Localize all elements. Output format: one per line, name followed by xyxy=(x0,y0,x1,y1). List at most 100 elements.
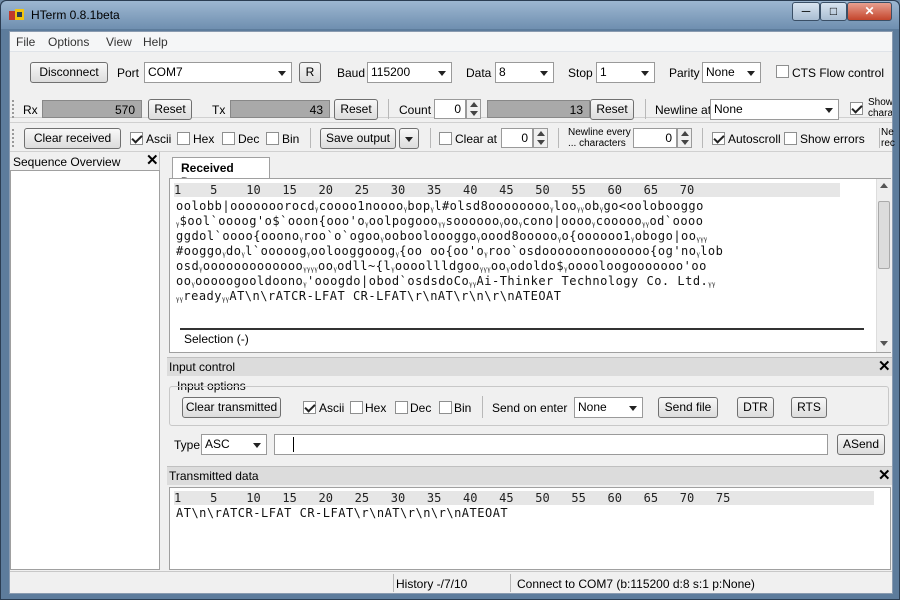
data-bits-value: 8 xyxy=(499,65,506,79)
type-select[interactable]: ASC xyxy=(201,434,267,455)
baud-select[interactable]: 115200 xyxy=(367,62,452,83)
window-title: HTerm 0.8.1beta xyxy=(31,8,120,22)
chevron-down-icon xyxy=(405,137,413,142)
receive-bin-checkbox[interactable] xyxy=(266,132,279,145)
receive-ascii-label: Ascii xyxy=(146,132,172,146)
connection-status: Connect to COM7 (b:115200 d:8 s:1 p:None… xyxy=(517,577,755,591)
baud-label: Baud xyxy=(337,66,366,80)
port-select[interactable]: COM7 xyxy=(144,62,292,83)
parity-select[interactable]: None xyxy=(702,62,761,83)
newline-every-units: ... characters xyxy=(568,138,626,149)
status-separator xyxy=(393,574,394,592)
clear-transmitted-button[interactable]: Clear transmitted xyxy=(182,397,281,418)
receive-hex-checkbox[interactable] xyxy=(177,132,190,145)
minimize-button[interactable]: ─ xyxy=(792,2,820,21)
toolbar-separator xyxy=(388,99,389,119)
title-bar[interactable]: HTerm 0.8.1beta ─ □ ✕ xyxy=(1,1,899,29)
newline-every-label: Newline every xyxy=(568,127,631,138)
menu-view[interactable]: View xyxy=(106,35,132,49)
save-output-button[interactable]: Save output xyxy=(320,128,396,149)
toolbar-grip[interactable] xyxy=(12,100,15,118)
status-bar: History -/7/10 Connect to COM7 (b:115200… xyxy=(10,571,892,593)
maximize-button[interactable]: □ xyxy=(820,2,847,21)
maximize-icon: □ xyxy=(829,4,838,18)
show-characters-label: Show chara xyxy=(868,97,892,119)
toolbar-grip[interactable] xyxy=(12,129,15,147)
refresh-ports-button[interactable]: R xyxy=(299,62,321,83)
show-errors-checkbox[interactable] xyxy=(784,132,797,145)
selection-label: Selection (-) xyxy=(184,332,249,346)
show-characters-checkbox[interactable] xyxy=(850,102,863,115)
asend-button[interactable]: ASend xyxy=(837,434,885,455)
received-data-view[interactable]: 1 5 10 15 20 25 30 35 40 45 50 55 60 65 … xyxy=(169,178,891,353)
menu-help[interactable]: Help xyxy=(143,35,168,49)
clear-at-checkbox[interactable] xyxy=(439,132,452,145)
close-icon[interactable]: ✕ xyxy=(878,468,891,483)
scroll-thumb[interactable] xyxy=(878,201,890,269)
chevron-down-icon xyxy=(253,443,261,448)
send-input[interactable] xyxy=(274,434,828,455)
receive-ascii-checkbox[interactable] xyxy=(130,132,143,145)
clear-received-button[interactable]: Clear received xyxy=(24,128,121,149)
tx-counter: 43 xyxy=(230,100,330,118)
chevron-down-icon xyxy=(540,71,548,76)
autoscroll-label: Autoscroll xyxy=(728,132,781,146)
data-bits-select[interactable]: 8 xyxy=(495,62,554,83)
newline-every-stepper[interactable] xyxy=(677,128,692,148)
transmitted-column-ruler: 1 5 10 15 20 25 30 35 40 45 50 55 60 65 … xyxy=(174,491,874,505)
sequence-overview-list[interactable] xyxy=(10,170,160,570)
close-icon[interactable]: ✕ xyxy=(878,359,891,374)
cts-flow-checkbox[interactable] xyxy=(776,65,789,78)
history-status: History -/7/10 xyxy=(396,577,468,591)
transmitted-data-view[interactable]: 1 5 10 15 20 25 30 35 40 45 50 55 60 65 … xyxy=(169,487,891,570)
show-errors-label: Show errors xyxy=(800,132,865,146)
close-icon[interactable]: ✕ xyxy=(146,153,159,168)
chevron-down-icon xyxy=(438,71,446,76)
received-scrollbar[interactable] xyxy=(876,179,891,352)
send-on-enter-value: None xyxy=(578,400,607,414)
clear-at-input[interactable]: 0 xyxy=(501,128,533,148)
toolbar-separator xyxy=(430,128,431,148)
newline-at-value: None xyxy=(714,102,743,116)
counters-toolbar: Rx 570 Reset Tx 43 Reset Count 0 13 Rese… xyxy=(10,95,892,123)
scroll-up-icon[interactable] xyxy=(880,183,888,188)
sequence-overview-title: Sequence Overview xyxy=(13,155,121,169)
reset-rx-button[interactable]: Reset xyxy=(148,99,192,120)
close-window-button[interactable]: ✕ xyxy=(847,2,892,21)
input-bin-checkbox[interactable] xyxy=(439,401,452,414)
received-line: ᵧᵧreadyᵧᵧAT\n\rATCR-LFAT CR-LFAT\r\nAT\r… xyxy=(176,289,562,303)
chevron-down-icon xyxy=(747,71,755,76)
tab-received-data[interactable]: Received Data xyxy=(172,157,270,189)
input-hex-checkbox[interactable] xyxy=(350,401,363,414)
newline-at-label: Newline at xyxy=(655,103,712,117)
stop-bits-label: Stop xyxy=(568,66,593,80)
receive-dec-checkbox[interactable] xyxy=(222,132,235,145)
clear-at-stepper[interactable] xyxy=(533,128,548,148)
autoscroll-checkbox[interactable] xyxy=(712,132,725,145)
input-dec-checkbox[interactable] xyxy=(395,401,408,414)
send-file-button[interactable]: Send file xyxy=(658,397,718,418)
send-on-enter-select[interactable]: None xyxy=(574,397,643,418)
scroll-down-icon[interactable] xyxy=(880,341,888,346)
rx-label: Rx xyxy=(23,103,38,117)
tx-label: Tx xyxy=(212,103,226,117)
disconnect-button[interactable]: Disconnect xyxy=(30,62,108,83)
reset-count-button[interactable]: Reset xyxy=(590,99,634,120)
menu-options[interactable]: Options xyxy=(48,35,89,49)
count-stepper[interactable] xyxy=(466,99,481,119)
newline-every-input[interactable]: 0 xyxy=(633,128,677,148)
input-ascii-checkbox[interactable] xyxy=(303,401,316,414)
rts-button[interactable]: RTS xyxy=(791,397,827,418)
dtr-button[interactable]: DTR xyxy=(737,397,774,418)
newline-at-select[interactable]: None xyxy=(710,99,839,120)
clear-at-label: Clear at xyxy=(455,132,498,146)
input-control-title: Input control xyxy=(169,360,236,374)
stop-bits-select[interactable]: 1 xyxy=(596,62,655,83)
save-output-dropdown[interactable] xyxy=(399,128,419,149)
transmitted-line: AT\n\rATCR-LFAT CR-LFAT\r\nAT\r\n\r\nATE… xyxy=(176,506,509,520)
toolbar-separator xyxy=(482,396,483,418)
toolbar-separator xyxy=(702,128,703,148)
menu-file[interactable]: File xyxy=(16,35,35,49)
count-input[interactable]: 0 xyxy=(434,99,466,119)
reset-tx-button[interactable]: Reset xyxy=(334,99,378,120)
